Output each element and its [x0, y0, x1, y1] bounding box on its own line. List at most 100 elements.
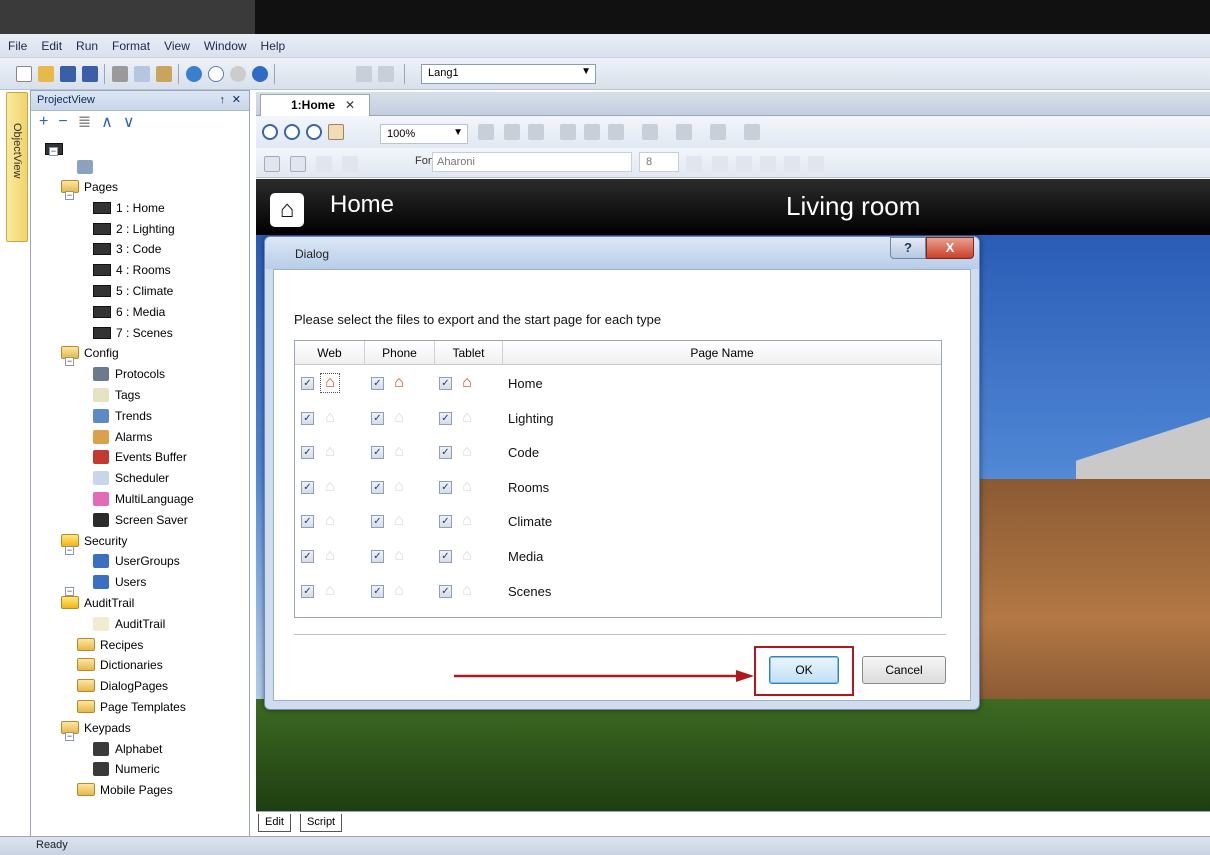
tree-config-item[interactable]: Scheduler — [93, 468, 169, 488]
tree-database[interactable] — [77, 157, 99, 177]
start-page-home-icon[interactable]: ⌂ — [458, 409, 476, 427]
export-checkbox[interactable]: ✓ — [371, 446, 384, 460]
tree-keypad-item[interactable]: Numeric — [93, 759, 160, 779]
start-page-home-icon[interactable]: ⌂ — [321, 582, 339, 600]
export-checkbox[interactable]: ✓ — [301, 411, 314, 425]
flip-icon[interactable] — [608, 124, 624, 140]
align-left-icon[interactable] — [760, 156, 776, 172]
start-page-home-icon[interactable]: ⌂ — [320, 373, 340, 393]
tab-script[interactable]: Script — [300, 814, 343, 832]
send-back-icon[interactable] — [528, 124, 544, 140]
collapse-icon[interactable]: − — [65, 732, 74, 741]
start-page-home-icon[interactable]: ⌂ — [321, 512, 339, 530]
zoom-select[interactable]: 100% ▼ — [380, 124, 468, 144]
export-checkbox[interactable]: ✓ — [439, 515, 452, 529]
italic-icon[interactable] — [736, 156, 752, 172]
bring-front-icon[interactable] — [504, 124, 520, 140]
size-icon[interactable] — [676, 124, 692, 140]
remove-icon[interactable]: − — [58, 113, 67, 131]
tree-folder[interactable]: Recipes — [77, 635, 143, 655]
run-icon[interactable] — [186, 66, 202, 82]
start-page-home-icon[interactable]: ⌂ — [321, 547, 339, 565]
tree-config-item[interactable]: Screen Saver — [93, 510, 188, 530]
export-checkbox[interactable]: ✓ — [371, 411, 384, 425]
export-checkbox[interactable]: ✓ — [371, 480, 384, 494]
export-checkbox[interactable]: ✓ — [439, 550, 452, 563]
collapse-icon[interactable]: − — [65, 587, 74, 596]
menu-run[interactable]: Run — [76, 39, 98, 53]
start-page-home-icon[interactable]: ⌂ — [458, 443, 476, 461]
pan-hand-icon[interactable] — [328, 124, 344, 140]
tree-config-item[interactable]: Alarms — [93, 427, 152, 447]
save-icon[interactable] — [60, 66, 76, 82]
start-page-home-icon[interactable]: ⌂ — [321, 443, 339, 461]
help-icon[interactable] — [252, 66, 268, 82]
add-icon[interactable]: + — [39, 113, 48, 131]
objectview-side-tab[interactable]: ObjectView — [6, 92, 28, 242]
menu-file[interactable]: File — [8, 39, 27, 53]
export-checkbox[interactable]: ✓ — [301, 480, 314, 494]
tree-config-item[interactable]: Protocols — [93, 364, 165, 384]
collapse-icon[interactable]: − — [65, 191, 74, 200]
export-checkbox[interactable]: ✓ — [439, 377, 452, 390]
menu-window[interactable]: Window — [204, 39, 247, 53]
export-checkbox[interactable]: ✓ — [301, 550, 314, 563]
collapse-icon[interactable]: − — [65, 546, 74, 555]
export-checkbox[interactable]: ✓ — [439, 446, 452, 460]
zoom-out-icon[interactable] — [284, 124, 300, 140]
export-checkbox[interactable]: ✓ — [301, 446, 314, 460]
start-page-home-icon[interactable]: ⌂ — [390, 582, 408, 600]
start-page-home-icon[interactable]: ⌂ — [390, 512, 408, 530]
start-page-home-icon[interactable]: ⌂ — [458, 582, 476, 600]
save-all-icon[interactable] — [82, 66, 98, 82]
move-down-icon[interactable]: ∨ — [123, 112, 135, 132]
tree-audittrail-item[interactable]: AuditTrail — [93, 614, 165, 634]
menu-format[interactable]: Format — [112, 39, 150, 53]
grid-icon[interactable] — [264, 156, 280, 172]
pin-icon[interactable]: ↑ — [220, 94, 226, 106]
tree-audittrail[interactable]: AuditTrail — [61, 593, 134, 613]
cancel-button[interactable]: Cancel — [862, 656, 946, 684]
font-color-icon[interactable] — [686, 156, 702, 172]
start-page-home-icon[interactable]: ⌂ — [390, 374, 408, 392]
menu-view[interactable]: View — [164, 39, 190, 53]
export-checkbox[interactable]: ✓ — [301, 377, 314, 390]
start-page-home-icon[interactable]: ⌂ — [390, 478, 408, 496]
close-icon[interactable]: ✕ — [345, 98, 355, 112]
zoom-fit-icon[interactable] — [306, 124, 322, 140]
frame-icon[interactable] — [290, 156, 306, 172]
tree-page-item[interactable]: 1 : Home — [93, 198, 165, 218]
line-icon[interactable] — [342, 156, 358, 172]
export-checkbox[interactable]: ✓ — [301, 584, 314, 598]
delete-icon[interactable] — [478, 124, 494, 140]
start-page-home-icon[interactable]: ⌂ — [321, 409, 339, 427]
help-button[interactable]: ? — [890, 237, 926, 259]
tree-config-item[interactable]: MultiLanguage — [93, 489, 194, 509]
start-page-home-icon[interactable]: ⌂ — [390, 409, 408, 427]
stop-icon[interactable] — [230, 66, 246, 82]
export-checkbox[interactable]: ✓ — [371, 515, 384, 529]
tree-folder[interactable]: DialogPages — [77, 676, 168, 696]
paste-icon[interactable] — [156, 66, 172, 82]
open-folder-icon[interactable] — [38, 66, 54, 82]
spacing-icon[interactable] — [744, 124, 760, 140]
tab-edit[interactable]: Edit — [258, 814, 291, 832]
tree-config-item[interactable]: Tags — [93, 385, 140, 405]
tree-keypad-item[interactable]: Alphabet — [93, 739, 162, 759]
start-page-home-icon[interactable]: ⌂ — [458, 478, 476, 496]
start-page-home-icon[interactable]: ⌂ — [458, 512, 476, 530]
copy-icon[interactable] — [134, 66, 150, 82]
play-icon[interactable] — [208, 66, 224, 82]
export-checkbox[interactable]: ✓ — [301, 515, 314, 529]
distribute-icon[interactable] — [710, 124, 726, 140]
tree-page-item[interactable]: 2 : Lighting — [93, 219, 175, 239]
start-page-home-icon[interactable]: ⌂ — [458, 374, 476, 392]
tree-page-item[interactable]: 3 : Code — [93, 239, 161, 259]
tree-security-item[interactable]: UserGroups — [93, 551, 180, 571]
ok-button[interactable]: OK — [769, 656, 839, 684]
export-checkbox[interactable]: ✓ — [439, 584, 452, 598]
cut-icon[interactable] — [112, 66, 128, 82]
export-checkbox[interactable]: ✓ — [439, 411, 452, 425]
tree-page-item[interactable]: 4 : Rooms — [93, 260, 171, 280]
export-checkbox[interactable]: ✓ — [371, 584, 384, 598]
